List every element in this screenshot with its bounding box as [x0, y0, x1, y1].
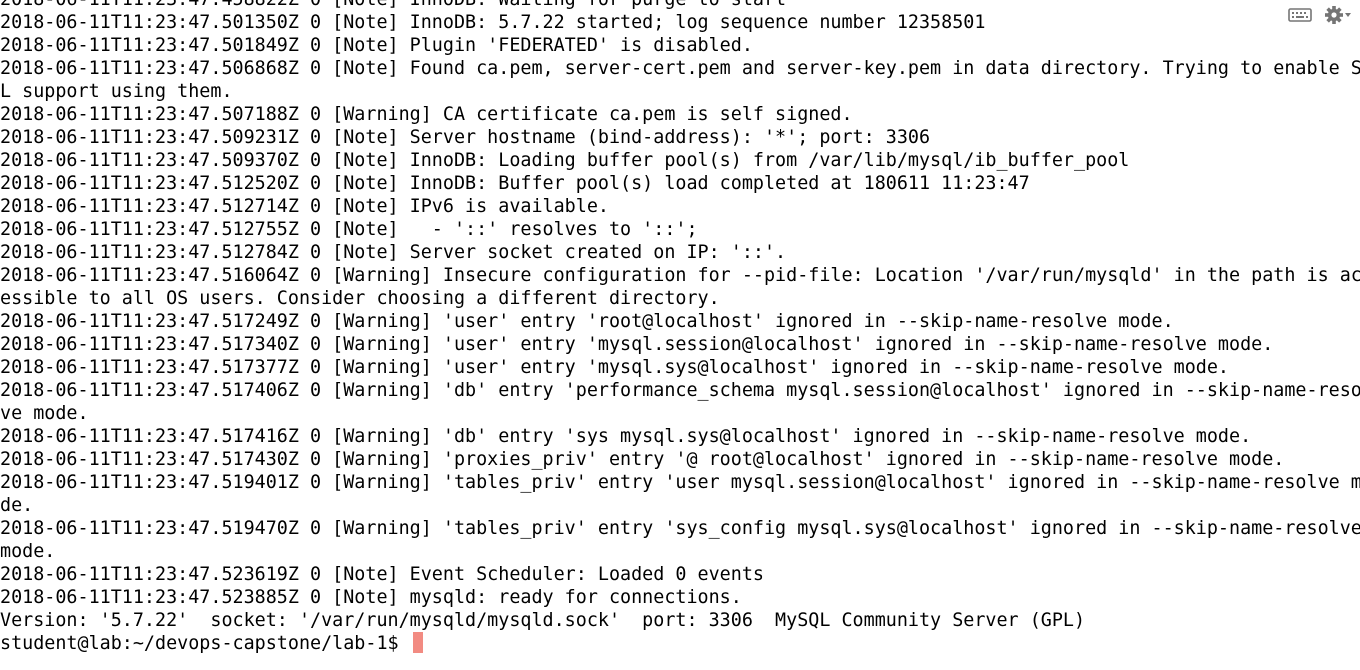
- log-line: 2018-06-11T11:23:47.523619Z 0 [Note] Eve…: [0, 564, 764, 585]
- log-line: 2018-06-11T11:23:47.519470Z 0 [Warning] …: [0, 518, 1360, 539]
- log-line: 2018-06-11T11:23:47.509370Z 0 [Note] Inn…: [0, 150, 1130, 171]
- log-line: 2018-06-11T11:23:47.516064Z 0 [Warning] …: [0, 265, 1360, 286]
- log-line: ve mode.: [0, 403, 89, 424]
- log-line: 2018-06-11T11:23:47.512755Z 0 [Note] - '…: [0, 219, 698, 240]
- log-line: 2018-06-11T11:23:47.517377Z 0 [Warning] …: [0, 357, 1230, 378]
- keyboard-icon[interactable]: [1288, 7, 1312, 23]
- terminal-output: 2018-06-11T11:23:47.458822Z 0 [Note] Inn…: [0, 0, 1360, 655]
- terminal-window[interactable]: 2018-06-11T11:23:47.458822Z 0 [Note] Inn…: [0, 0, 1360, 670]
- log-line: 2018-06-11T11:23:47.519401Z 0 [Warning] …: [0, 472, 1360, 493]
- log-line: 2018-06-11T11:23:47.512714Z 0 [Note] IPv…: [0, 196, 609, 217]
- log-line: 2018-06-11T11:23:47.517340Z 0 [Warning] …: [0, 334, 1274, 355]
- log-line: 2018-06-11T11:23:47.507188Z 0 [Warning] …: [0, 104, 853, 125]
- terminal-toolbar: [1286, 2, 1354, 28]
- log-line: 2018-06-11T11:23:47.517430Z 0 [Warning] …: [0, 449, 1285, 470]
- log-line: de.: [0, 495, 34, 516]
- shell-prompt: student@lab:~/devops-capstone/lab-1$: [0, 633, 410, 654]
- log-line: 2018-06-11T11:23:47.458822Z 0 [Note] Inn…: [0, 0, 1360, 11]
- log-line: 2018-06-11T11:23:47.512520Z 0 [Note] Inn…: [0, 173, 1030, 194]
- command-prompt-line[interactable]: student@lab:~/devops-capstone/lab-1$: [0, 632, 1360, 655]
- log-line: mode.: [0, 541, 56, 562]
- log-line: Version: '5.7.22' socket: '/var/run/mysq…: [0, 610, 1086, 631]
- log-line: 2018-06-11T11:23:47.501849Z 0 [Note] Plu…: [0, 35, 753, 56]
- log-line: 2018-06-11T11:23:47.517416Z 0 [Warning] …: [0, 426, 1252, 447]
- log-line: essible to all OS users. Consider choosi…: [0, 288, 720, 309]
- log-line: L support using them.: [0, 81, 233, 102]
- log-line: 2018-06-11T11:23:47.501350Z 0 [Note] Inn…: [0, 12, 986, 33]
- text-cursor: [412, 632, 423, 653]
- log-line: 2018-06-11T11:23:47.517249Z 0 [Warning] …: [0, 311, 1174, 332]
- log-line: 2018-06-11T11:23:47.517406Z 0 [Warning] …: [0, 380, 1360, 401]
- gear-icon[interactable]: [1324, 4, 1352, 26]
- log-line: 2018-06-11T11:23:47.509231Z 0 [Note] Ser…: [0, 127, 931, 148]
- log-line: 2018-06-11T11:23:47.523885Z 0 [Note] mys…: [0, 587, 742, 608]
- log-line: 2018-06-11T11:23:47.512784Z 0 [Note] Ser…: [0, 242, 787, 263]
- log-line: 2018-06-11T11:23:47.506868Z 0 [Note] Fou…: [0, 58, 1360, 79]
